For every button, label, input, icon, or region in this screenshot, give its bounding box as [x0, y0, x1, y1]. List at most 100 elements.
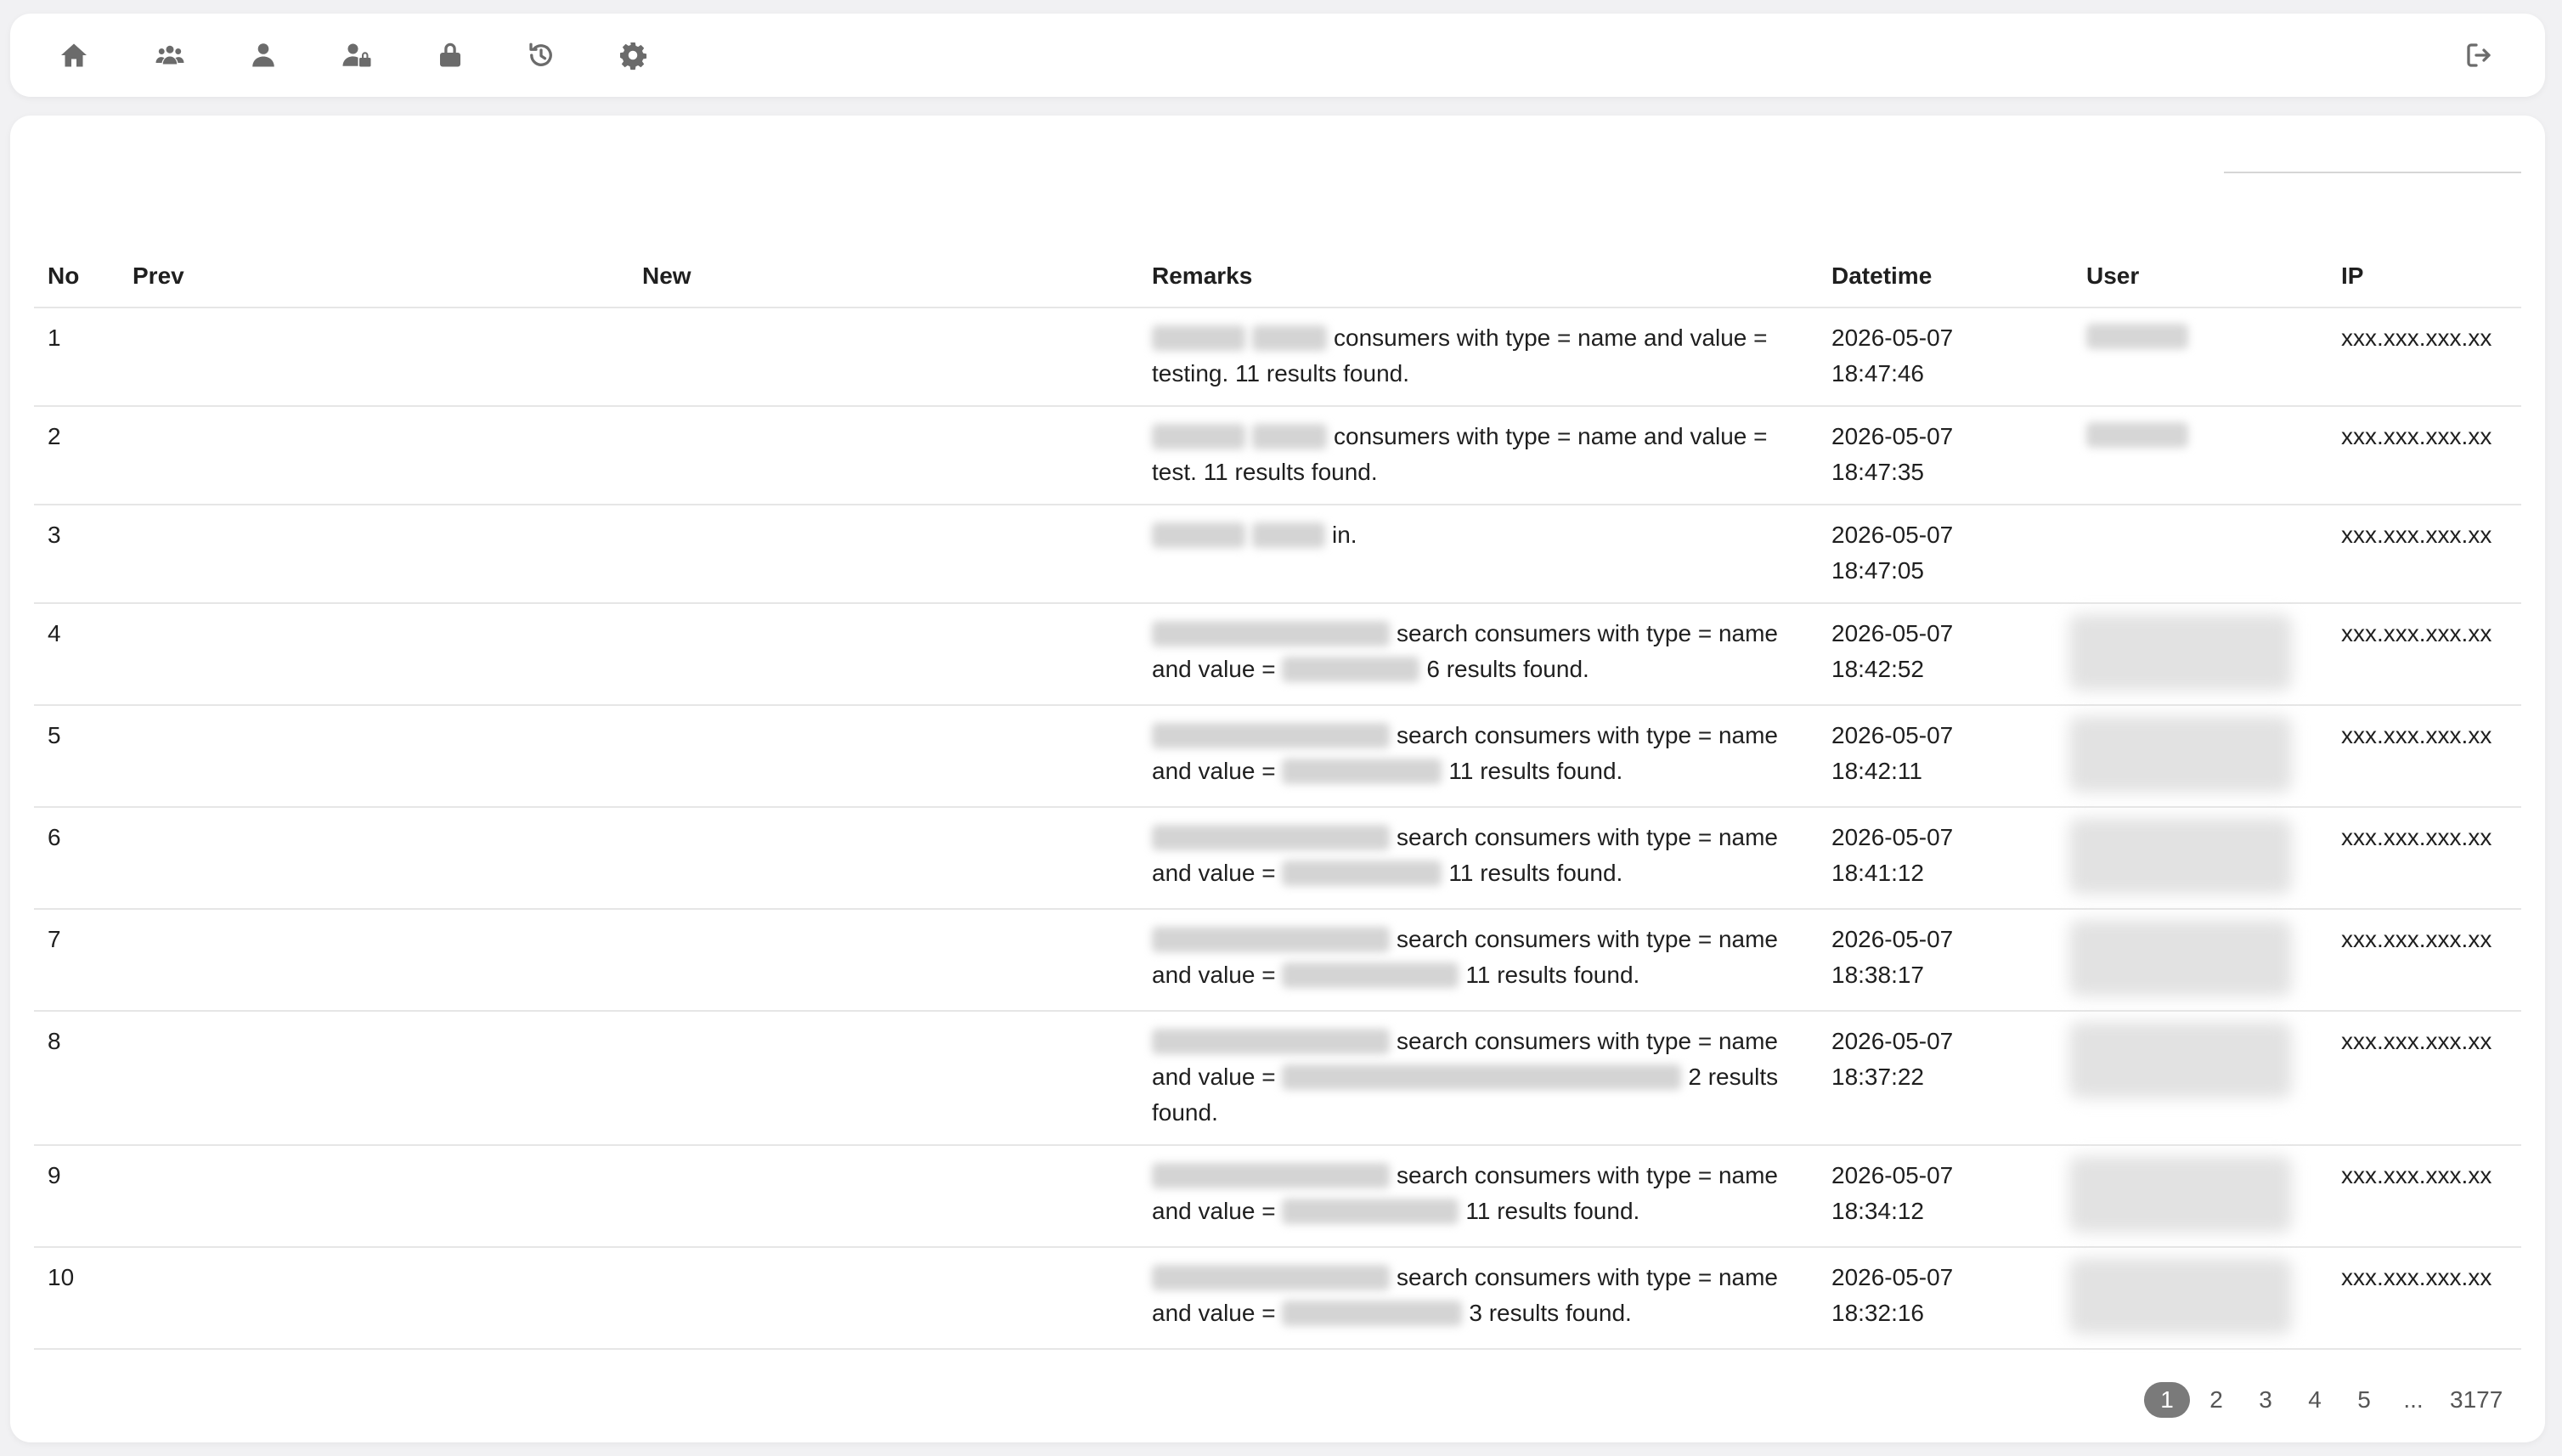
column-header-new[interactable]: New: [629, 245, 1138, 308]
remarks-text: search consumers with type = name: [1397, 926, 1778, 952]
date-text: 2026-05-07: [1831, 1028, 1954, 1054]
column-header-user[interactable]: User: [2073, 245, 2328, 308]
cell-remarks: search consumers with type = name and val…: [1138, 807, 1818, 910]
cell-datetime: 2026-05-07 18:47:35: [1818, 406, 2073, 505]
page-button-1[interactable]: 1: [2144, 1382, 2190, 1418]
cell-no: 3: [34, 505, 119, 604]
remarks-suffix: 11 results found.: [1448, 758, 1623, 784]
cell-remarks: consumers with type = name and value = t…: [1138, 308, 1818, 407]
cell-prev: [119, 705, 629, 808]
audit-log-table: No Prev New Remarks Datetime User IP 1 c…: [34, 245, 2521, 1350]
cell-no: 7: [34, 909, 119, 1012]
logout-icon[interactable]: [2462, 38, 2496, 72]
remarks-suffix: 11 results found.: [1465, 1198, 1640, 1224]
remarks-text: in.: [1332, 522, 1357, 548]
cell-new: [629, 1011, 1138, 1146]
table-row: 3 in. 2026-05-07 18:47:05 xxx.xxx.xxx.xx: [34, 505, 2521, 604]
cell-new: [629, 705, 1138, 808]
remarks-suffix: 11 results found.: [1465, 962, 1640, 988]
cell-datetime: 2026-05-07 18:42:52: [1818, 603, 2073, 706]
user-icon[interactable]: [246, 38, 280, 72]
remarks-value-label: and value =: [1152, 656, 1276, 682]
cell-remarks: search consumers with type = name and val…: [1138, 909, 1818, 1012]
redacted-user: [2069, 1156, 2292, 1233]
redacted-user: [2069, 818, 2292, 894]
search-input[interactable]: [2224, 136, 2521, 173]
page-button-2[interactable]: 2: [2193, 1382, 2239, 1418]
redacted-text: [1152, 1265, 1390, 1290]
pagination: 1 2 3 4 5 ... 3177: [2141, 1382, 2513, 1418]
cell-ip: xxx.xxx.xxx.xx: [2328, 909, 2521, 1012]
user-lock-icon[interactable]: [340, 38, 374, 72]
cell-remarks: search consumers with type = name and val…: [1138, 603, 1818, 706]
cell-new: [629, 505, 1138, 604]
cell-datetime: 2026-05-07 18:37:22: [1818, 1011, 2073, 1146]
redacted-value: [1282, 1064, 1682, 1090]
cell-ip: xxx.xxx.xxx.xx: [2328, 1145, 2521, 1248]
remarks-value-label: and value =: [1152, 758, 1276, 784]
cell-no: 6: [34, 807, 119, 910]
table-row: 1 consumers with type = name and value =…: [34, 308, 2521, 407]
cell-datetime: 2026-05-07 18:32:16: [1818, 1247, 2073, 1350]
cell-remarks: search consumers with type = name and val…: [1138, 1145, 1818, 1248]
column-header-remarks[interactable]: Remarks: [1138, 245, 1818, 308]
table-row: 4 search consumers with type = name and v…: [34, 603, 2521, 706]
page-button-last[interactable]: 3177: [2440, 1382, 2513, 1418]
column-header-no[interactable]: No: [34, 245, 119, 308]
date-text: 2026-05-07: [1831, 824, 1954, 850]
page-button-5[interactable]: 5: [2341, 1382, 2387, 1418]
top-nav-bar: [10, 14, 2545, 97]
cell-ip: xxx.xxx.xxx.xx: [2328, 406, 2521, 505]
cell-remarks: consumers with type = name and value = t…: [1138, 406, 1818, 505]
column-header-datetime[interactable]: Datetime: [1818, 245, 2073, 308]
cell-user: [2069, 1145, 2328, 1248]
table-row: 9 search consumers with type = name and v…: [34, 1145, 2521, 1248]
cell-new: [629, 909, 1138, 1012]
time-text: 18:47:05: [1831, 557, 1924, 584]
cell-datetime: 2026-05-07 18:47:46: [1818, 308, 2073, 407]
cell-new: [629, 1247, 1138, 1350]
remarks-text: search consumers with type = name: [1397, 1264, 1778, 1290]
cell-user: [2073, 406, 2328, 505]
column-header-ip[interactable]: IP: [2328, 245, 2521, 308]
redacted-text: [1152, 1029, 1390, 1054]
redacted-value: [1282, 1199, 1459, 1224]
cell-datetime: 2026-05-07 18:42:11: [1818, 705, 2073, 808]
users-icon[interactable]: [153, 38, 187, 72]
cell-datetime: 2026-05-07 18:41:12: [1818, 807, 2073, 910]
redacted-text: [1152, 522, 1245, 548]
gear-icon[interactable]: [616, 38, 650, 72]
cell-ip: xxx.xxx.xxx.xx: [2328, 505, 2521, 604]
history-icon[interactable]: [524, 38, 558, 72]
redacted-user: [2069, 614, 2292, 691]
redacted-user: [2069, 1022, 2292, 1098]
redacted-text: [1252, 325, 1327, 351]
redacted-value: [1282, 861, 1442, 886]
cell-user: [2069, 807, 2328, 910]
redacted-user: [2069, 920, 2292, 996]
remarks-value-label: and value =: [1152, 1064, 1276, 1090]
redacted-user: [2086, 422, 2188, 448]
time-text: 18:42:11: [1831, 758, 1922, 784]
column-header-prev[interactable]: Prev: [119, 245, 629, 308]
page-button-4[interactable]: 4: [2292, 1382, 2338, 1418]
time-text: 18:37:22: [1831, 1064, 1924, 1090]
redacted-text: [1252, 424, 1327, 449]
remarks-text: search consumers with type = name: [1397, 722, 1778, 748]
page-button-3[interactable]: 3: [2243, 1382, 2288, 1418]
date-text: 2026-05-07: [1831, 522, 1954, 548]
cell-no: 4: [34, 603, 119, 706]
lock-icon[interactable]: [433, 38, 467, 72]
table-row: 7 search consumers with type = name and v…: [34, 909, 2521, 1012]
cell-user: [2069, 603, 2328, 706]
cell-no: 10: [34, 1247, 119, 1350]
cell-remarks: search consumers with type = name and val…: [1138, 1011, 1818, 1146]
home-icon[interactable]: [57, 38, 91, 72]
cell-user: [2069, 1011, 2328, 1146]
redacted-value: [1282, 962, 1459, 988]
remarks-value-label: and value =: [1152, 962, 1276, 988]
date-text: 2026-05-07: [1831, 1264, 1954, 1290]
date-text: 2026-05-07: [1831, 324, 1954, 351]
cell-prev: [119, 909, 629, 1012]
cell-prev: [119, 308, 629, 407]
